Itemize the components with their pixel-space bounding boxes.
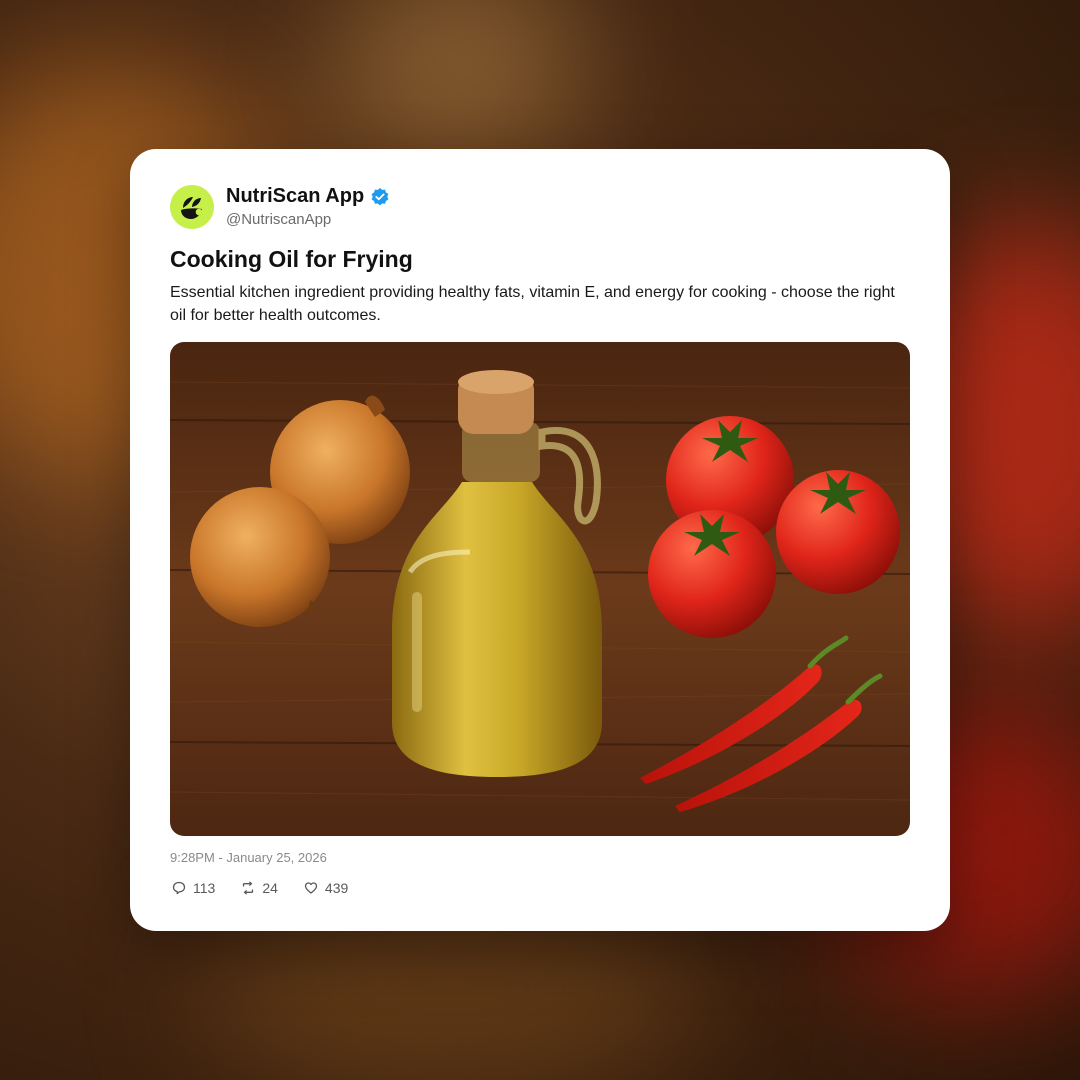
- like-button[interactable]: 439: [304, 880, 348, 896]
- post-title: Cooking Oil for Frying: [170, 246, 413, 272]
- repost-icon: [243, 881, 254, 895]
- reply-count: 113: [193, 880, 216, 896]
- oil-jug-onions-tomatoes-chillies-photo: [170, 342, 910, 836]
- post-timestamp: 9:28PM - January 25, 2026: [170, 850, 327, 865]
- repost-button[interactable]: 24: [241, 880, 278, 896]
- nutriscan-logo-icon: [181, 197, 203, 219]
- account-handle[interactable]: @NutriscanApp: [226, 211, 331, 228]
- display-name[interactable]: NutriScan App: [226, 185, 364, 208]
- post-card: NutriScan App @NutriscanApp Cooking Oil …: [130, 149, 950, 931]
- post-image[interactable]: [170, 342, 910, 836]
- post-actions: 113 24 439: [172, 880, 348, 896]
- avatar[interactable]: [170, 185, 214, 229]
- reply-icon: [172, 881, 186, 895]
- like-count: 439: [324, 880, 349, 896]
- heart-icon: [304, 882, 318, 894]
- verified-badge-icon: [371, 187, 389, 205]
- post-description: Essential kitchen ingredient providing h…: [170, 284, 895, 324]
- account-name-row: NutriScan App: [226, 185, 390, 208]
- repost-count: 24: [262, 880, 278, 896]
- reply-button[interactable]: 113: [172, 880, 215, 896]
